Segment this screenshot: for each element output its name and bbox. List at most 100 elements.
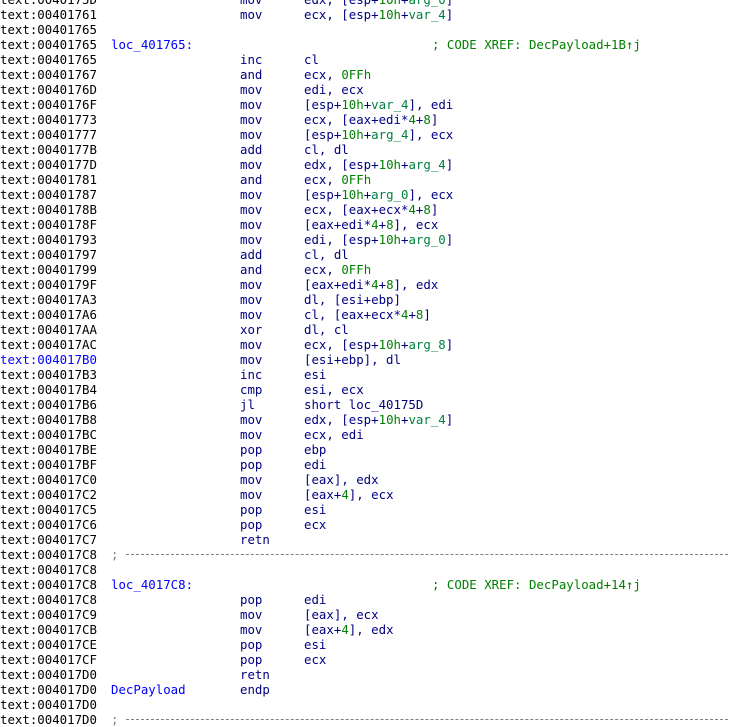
line-address[interactable]: text:004017B6 <box>0 397 97 412</box>
listing-line[interactable]: text:00401787 mov [esp+10h+arg_0], ecx <box>0 187 744 202</box>
line-address[interactable]: text:004017A3 <box>0 292 97 307</box>
code-label[interactable]: loc_4017C8: <box>111 577 193 592</box>
instruction-operands[interactable]: [esi+ebp], dl <box>304 352 401 367</box>
instruction-operands[interactable]: ecx, [esp+10h+arg_8] <box>304 337 453 352</box>
instruction-mnemonic[interactable]: endp <box>240 682 270 697</box>
listing-line[interactable]: text:00401767 and ecx, 0FFh <box>0 67 744 82</box>
instruction-operands[interactable]: [eax+4], ecx <box>304 487 394 502</box>
line-address[interactable]: text:00401781 <box>0 172 97 187</box>
instruction-operands[interactable]: ecx, 0FFh <box>304 67 371 82</box>
line-address[interactable]: text:00401787 <box>0 187 97 202</box>
instruction-mnemonic[interactable]: mov <box>240 352 262 367</box>
line-address[interactable]: text:004017C8 <box>0 592 97 607</box>
listing-line[interactable]: text:004017BF pop edi <box>0 457 744 472</box>
line-address[interactable]: text:004017C7 <box>0 532 97 547</box>
line-address[interactable]: text:00401765 <box>0 37 97 52</box>
line-address[interactable]: text:0040178B <box>0 202 97 217</box>
listing-line[interactable]: text:0040179F mov [eax+edi*4+8], edx <box>0 277 744 292</box>
line-address[interactable]: text:004017B0 <box>0 352 97 367</box>
line-address[interactable]: text:004017B4 <box>0 382 97 397</box>
listing-line[interactable]: text:004017C8 loc_4017C8: ; CODE XREF: Dec… <box>0 577 744 592</box>
listing-line[interactable]: text:00401765 inc cl <box>0 52 744 67</box>
disassembly-listing[interactable]: text:0040175Dmovedx, [esp+10h+arg_0]text… <box>0 0 744 727</box>
listing-line[interactable]: text:00401797 add cl, dl <box>0 247 744 262</box>
instruction-mnemonic[interactable]: pop <box>240 592 262 607</box>
instruction-mnemonic[interactable]: mov <box>240 622 262 637</box>
line-address[interactable]: text:0040177B <box>0 142 97 157</box>
line-address[interactable]: text:0040179F <box>0 277 97 292</box>
line-address[interactable]: text:00401797 <box>0 247 97 262</box>
line-address[interactable]: text:004017BF <box>0 457 97 472</box>
instruction-mnemonic[interactable]: retn <box>240 667 270 682</box>
instruction-operands[interactable]: esi <box>304 367 326 382</box>
instruction-mnemonic[interactable]: mov <box>240 472 262 487</box>
instruction-mnemonic[interactable]: mov <box>240 337 262 352</box>
line-address[interactable]: text:004017C6 <box>0 517 97 532</box>
instruction-mnemonic[interactable]: retn <box>240 532 270 547</box>
line-address[interactable]: text:00401773 <box>0 112 97 127</box>
instruction-mnemonic[interactable]: xor <box>240 322 262 337</box>
instruction-mnemonic[interactable]: inc <box>240 367 262 382</box>
listing-line[interactable]: text:0040177D mov edx, [esp+10h+arg_4] <box>0 157 744 172</box>
instruction-operands[interactable]: ecx, [esp+10h+var_4] <box>304 7 453 22</box>
instruction-operands[interactable]: [eax], ecx <box>304 607 379 622</box>
instruction-mnemonic[interactable]: pop <box>240 637 262 652</box>
listing-line[interactable]: text:004017D0; <box>0 712 744 727</box>
listing-line[interactable]: text:004017C8 pop edi <box>0 592 744 607</box>
listing-line[interactable]: text:004017CF pop ecx <box>0 652 744 667</box>
instruction-operands[interactable]: dl, [esi+ebp] <box>304 292 401 307</box>
instruction-mnemonic[interactable]: pop <box>240 457 262 472</box>
listing-line[interactable]: text:004017B3 inc esi <box>0 367 744 382</box>
line-address[interactable]: text:00401777 <box>0 127 97 142</box>
instruction-mnemonic[interactable]: mov <box>240 97 262 112</box>
line-address[interactable]: text:004017D0 <box>0 712 97 727</box>
instruction-operands[interactable]: [esp+10h+arg_4], ecx <box>304 127 453 142</box>
instruction-operands[interactable]: [eax], edx <box>304 472 379 487</box>
line-address[interactable]: text:00401793 <box>0 232 97 247</box>
operand-variable[interactable]: arg_0 <box>371 187 408 202</box>
instruction-mnemonic[interactable]: mov <box>240 277 262 292</box>
operand-variable[interactable]: arg_8 <box>408 337 445 352</box>
instruction-operands[interactable]: ecx, [eax+ecx*4+8] <box>304 202 438 217</box>
listing-line[interactable]: text:004017B0 mov [esi+ebp], dl <box>0 352 744 367</box>
instruction-mnemonic[interactable]: mov <box>240 82 262 97</box>
listing-line[interactable]: text:004017C5 pop esi <box>0 502 744 517</box>
listing-line[interactable]: text:00401765 loc_401765: ; CODE XREF: Dec… <box>0 37 744 52</box>
instruction-operands[interactable]: esi, ecx <box>304 382 364 397</box>
listing-line[interactable]: text:0040175D mov edx, [esp+10h+arg_0] <box>0 0 744 7</box>
listing-line[interactable]: text:00401777 mov [esp+10h+arg_4], ecx <box>0 127 744 142</box>
line-address[interactable]: text:004017C8 <box>0 547 97 562</box>
listing-line[interactable]: text:004017C8; <box>0 547 744 562</box>
line-address[interactable]: text:004017A6 <box>0 307 97 322</box>
instruction-mnemonic[interactable]: mov <box>240 157 262 172</box>
instruction-operands[interactable]: ecx, edi <box>304 427 364 442</box>
listing-line[interactable]: text:00401765 <box>0 22 744 37</box>
instruction-operands[interactable]: edi, ecx <box>304 82 364 97</box>
line-address[interactable]: text:004017D0 <box>0 697 97 712</box>
line-address[interactable]: text:004017C5 <box>0 502 97 517</box>
instruction-mnemonic[interactable]: mov <box>240 232 262 247</box>
listing-line[interactable]: text:004017BC mov ecx, edi <box>0 427 744 442</box>
listing-line[interactable]: text:00401781 and ecx, 0FFh <box>0 172 744 187</box>
instruction-operands[interactable]: ecx <box>304 517 326 532</box>
line-address[interactable]: text:004017C8 <box>0 577 97 592</box>
listing-line[interactable]: text:004017C8 <box>0 562 744 577</box>
instruction-mnemonic[interactable]: pop <box>240 652 262 667</box>
instruction-mnemonic[interactable]: mov <box>240 487 262 502</box>
listing-line[interactable]: text:004017C9 mov [eax], ecx <box>0 607 744 622</box>
line-address[interactable]: text:004017D0 <box>0 667 97 682</box>
instruction-operands[interactable]: [eax+4], edx <box>304 622 394 637</box>
listing-line[interactable]: text:00401799 and ecx, 0FFh <box>0 262 744 277</box>
instruction-operands[interactable]: cl <box>304 52 319 67</box>
operand-variable[interactable]: arg_0 <box>408 232 445 247</box>
listing-line[interactable]: text:004017D0 DecPayload endp <box>0 682 744 697</box>
operand-variable[interactable]: arg_0 <box>408 0 445 7</box>
function-name[interactable]: DecPayload <box>111 682 186 697</box>
line-address[interactable]: text:0040178F <box>0 217 97 232</box>
listing-line[interactable]: text:004017C0 mov [eax], edx <box>0 472 744 487</box>
instruction-mnemonic[interactable]: mov <box>240 307 262 322</box>
operand-variable[interactable]: arg_4 <box>408 157 445 172</box>
instruction-operands[interactable]: short loc_40175D <box>304 397 423 412</box>
instruction-mnemonic[interactable]: and <box>240 262 262 277</box>
instruction-operands[interactable]: cl, dl <box>304 247 349 262</box>
